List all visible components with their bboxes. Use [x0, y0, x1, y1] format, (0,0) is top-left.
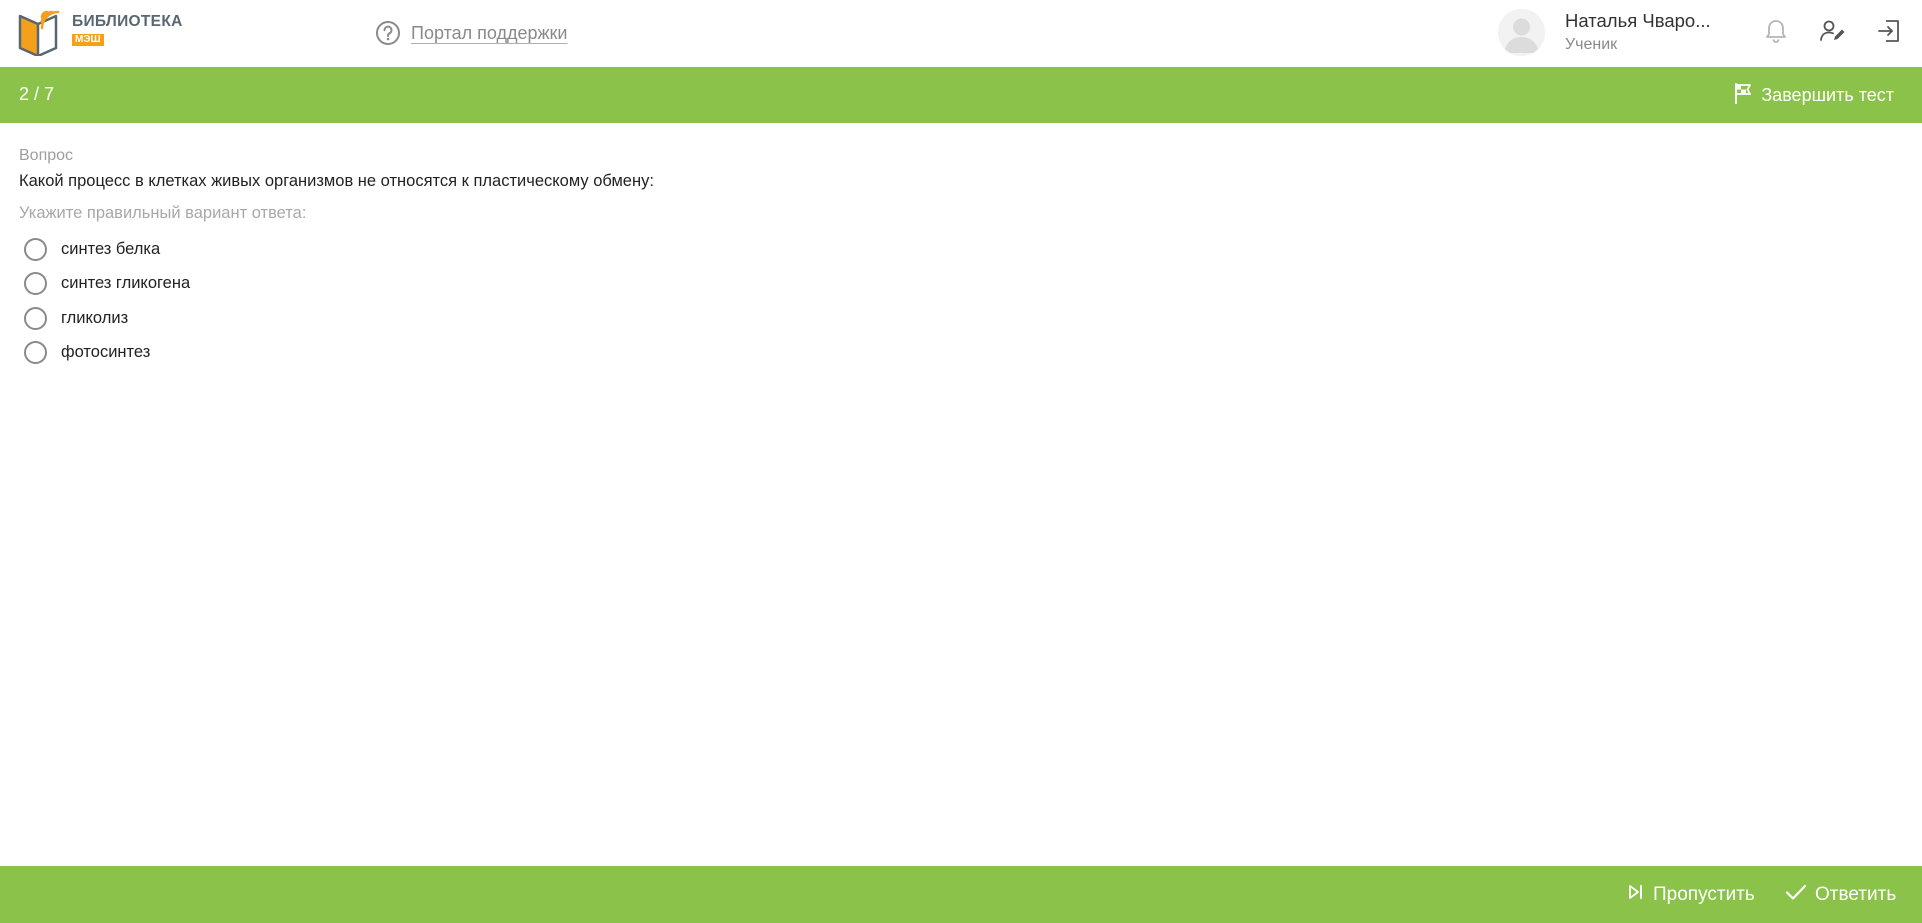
question-text: Какой процесс в клетках живых организмов…	[19, 172, 654, 190]
bell-icon	[1764, 18, 1788, 49]
edit-profile-button[interactable]	[1818, 18, 1848, 48]
skip-button[interactable]: Пропустить	[1627, 883, 1755, 907]
question-heading: Вопрос	[19, 147, 74, 164]
answer-option-label: синтез белка	[61, 239, 161, 258]
brand-subtitle: МЭШ	[72, 33, 104, 46]
logout-button[interactable]	[1874, 18, 1904, 48]
answer-option[interactable]: фотосинтез	[24, 336, 190, 371]
radio-button[interactable]	[24, 306, 47, 330]
answer-label: Ответить	[1815, 884, 1897, 905]
logout-icon	[1876, 18, 1902, 49]
app-header: БИБЛИОТЕКА МЭШ Портал поддержки Наталья …	[0, 0, 1922, 66]
flag-icon	[1733, 82, 1753, 109]
finish-test-button[interactable]: Завершить тест	[1733, 82, 1894, 109]
finish-test-label: Завершить тест	[1761, 85, 1894, 105]
user-avatar[interactable]	[1498, 9, 1545, 56]
library-wordmark[interactable]: БИБЛИОТЕКА МЭШ	[72, 14, 183, 46]
answer-instruction: Укажите правильный вариант ответа:	[19, 204, 307, 222]
support-portal-label: Портал поддержки	[411, 22, 568, 43]
user-name: Наталья Чваро...	[1565, 10, 1711, 31]
notifications-button[interactable]	[1761, 18, 1791, 48]
answer-option[interactable]: синтез гликогена	[24, 267, 190, 302]
user-info[interactable]: Наталья Чваро... Ученик	[1565, 10, 1711, 54]
checkmark-icon	[1785, 883, 1807, 907]
user-edit-icon	[1819, 18, 1847, 49]
radio-button[interactable]	[24, 341, 47, 365]
answer-option-label: синтез гликогена	[61, 274, 191, 293]
radio-button[interactable]	[24, 237, 47, 261]
skip-next-icon	[1627, 883, 1645, 907]
answer-option-label: фотосинтез	[61, 343, 151, 362]
answer-option[interactable]: синтез белка	[24, 232, 190, 267]
answer-action-bar: Пропустить Ответить	[0, 866, 1922, 923]
answer-button[interactable]: Ответить	[1785, 883, 1896, 907]
question-counter: 2 / 7	[19, 84, 55, 104]
test-progress-bar: 2 / 7 Завершить тест	[0, 67, 1922, 123]
answer-option[interactable]: гликолиз	[24, 301, 190, 336]
radio-button[interactable]	[24, 272, 47, 296]
brand-title: БИБЛИОТЕКА	[72, 13, 183, 30]
help-circle-icon	[375, 20, 401, 46]
skip-label: Пропустить	[1653, 884, 1755, 905]
answer-options: синтез белка синтез гликогена гликолиз ф…	[24, 232, 190, 370]
answer-option-label: гликолиз	[61, 308, 129, 327]
library-logo-icon[interactable]	[18, 8, 60, 58]
support-portal-link[interactable]: Портал поддержки	[375, 20, 567, 46]
user-role: Ученик	[1565, 36, 1618, 53]
